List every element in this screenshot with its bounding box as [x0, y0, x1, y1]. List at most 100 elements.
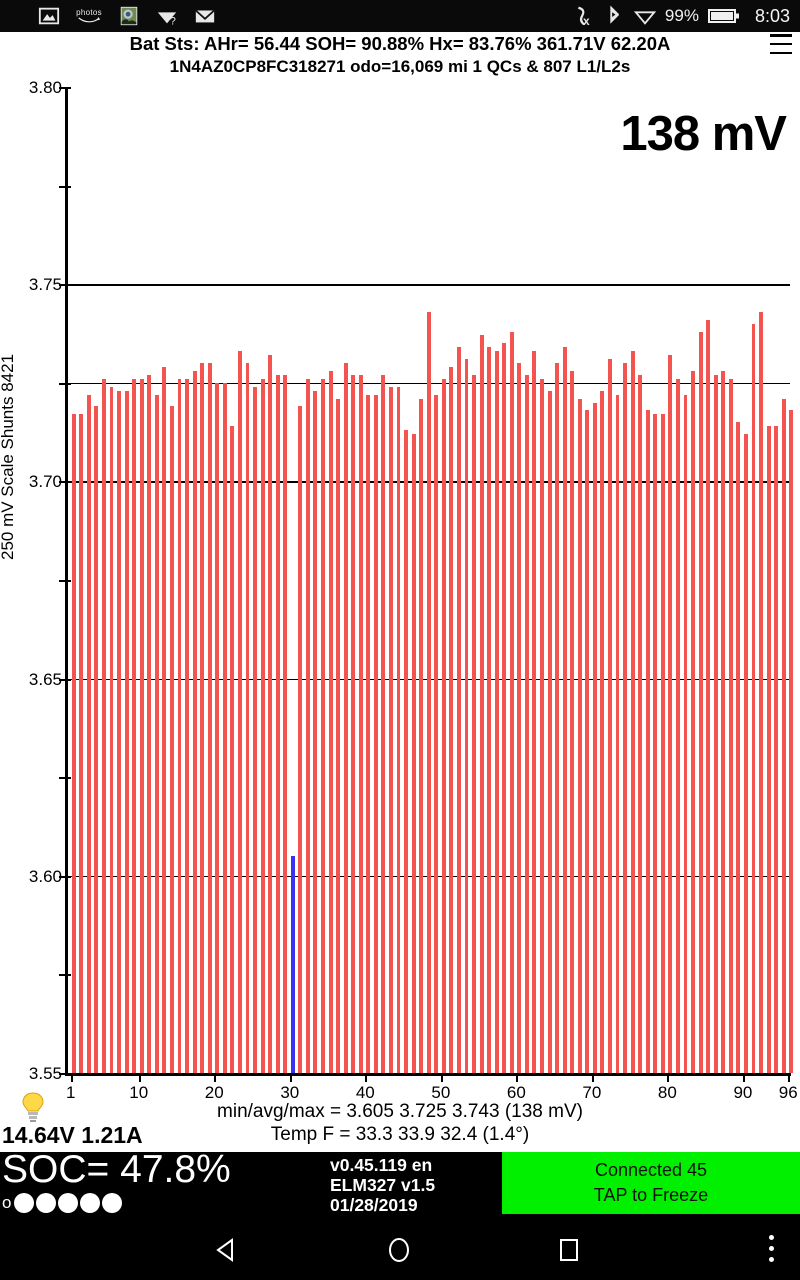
cell-bar	[698, 331, 703, 1073]
y-axis-tick-labels: 3.55 3.60 3.65 3.70 3.75 3.80	[0, 78, 62, 1092]
svg-text:?: ?	[170, 15, 176, 27]
overflow-dots-icon[interactable]	[769, 1235, 774, 1262]
mute-icon: x	[578, 6, 590, 27]
recents-square-icon[interactable]	[556, 1237, 582, 1263]
min-avg-max-readout: min/avg/max = 3.605 3.725 3.743 (138 mV)	[217, 1101, 583, 1122]
cell-bar	[570, 370, 575, 1073]
cell-bar	[154, 394, 159, 1073]
x-tick-mark	[138, 1073, 141, 1082]
x-tick-label: 10	[129, 1083, 149, 1102]
cell-bar	[411, 434, 416, 1073]
wifi-question-icon: ?	[157, 12, 177, 27]
cell-bar	[774, 426, 779, 1073]
version-line-1: v0.45.119 en	[330, 1155, 433, 1175]
cell-bar	[592, 402, 597, 1073]
battery-percent-label: 99%	[664, 6, 699, 25]
x-tick-label: 90	[733, 1083, 753, 1102]
connection-freeze-button[interactable]: Connected 45 TAP to Freeze	[502, 1152, 800, 1214]
cell-bar	[691, 370, 695, 1073]
x-tick-label: 50	[431, 1083, 451, 1102]
cell-bar	[426, 311, 431, 1073]
cell-bar	[706, 319, 711, 1073]
x-tick-mark	[365, 1073, 368, 1082]
mail-icon	[195, 9, 215, 23]
x-tick-mark	[516, 1073, 519, 1082]
x-tick-mark	[788, 1073, 791, 1082]
cell-bar	[366, 394, 371, 1073]
cell-bar	[237, 351, 242, 1073]
photos-swoosh	[78, 17, 101, 23]
y-tick-label: 3.70	[28, 472, 62, 492]
hamburger-menu-icon[interactable]	[770, 34, 792, 54]
cell-bar	[147, 374, 152, 1073]
wifi-icon	[633, 11, 656, 25]
photos-icon: photos	[76, 9, 102, 23]
cell-bar	[766, 426, 771, 1073]
cell-bar	[743, 434, 748, 1073]
x-tick-mark	[667, 1073, 670, 1082]
photos-icon-label: photos	[76, 8, 102, 17]
cell-bar	[547, 390, 552, 1073]
cell-bar	[608, 359, 612, 1073]
freeze-hint-label: TAP to Freeze	[593, 1185, 709, 1205]
back-triangle-icon[interactable]	[214, 1237, 240, 1263]
soc-dot	[58, 1193, 79, 1213]
cell-bar	[517, 363, 522, 1073]
cell-bar	[653, 414, 658, 1073]
cell-bar	[71, 414, 76, 1073]
cell-bar	[449, 367, 454, 1073]
x-tick-label: 20	[204, 1083, 224, 1102]
cell-bar	[441, 378, 446, 1073]
cell-bar	[109, 386, 114, 1073]
chart-plot-area[interactable]	[59, 87, 794, 1075]
cell-bar	[721, 370, 726, 1073]
cell-bar	[305, 378, 310, 1073]
cell-bar	[253, 386, 257, 1073]
header-line-2: 1N4AZ0CP8FC318271 odo=16,069 mi 1 QCs & …	[169, 57, 631, 76]
soc-dot	[102, 1193, 123, 1213]
cell-bar	[260, 378, 265, 1073]
cell-bar	[555, 363, 560, 1073]
version-info: v0.45.119 en ELM327 v1.5 01/28/2019	[330, 1155, 435, 1215]
cell-bar	[336, 398, 341, 1073]
cell-bar	[396, 386, 401, 1073]
battery-icon	[707, 9, 739, 23]
cell-bar	[615, 394, 620, 1073]
x-axis-line	[65, 1073, 791, 1076]
cell-bar	[736, 422, 741, 1073]
delta-voltage-readout: 138 mV	[620, 107, 787, 161]
home-circle-icon[interactable]	[386, 1237, 412, 1263]
cell-bar	[600, 390, 605, 1073]
cell-bar	[351, 374, 356, 1073]
cell-bar	[464, 359, 469, 1073]
cell-bar	[94, 406, 99, 1073]
cell-bar	[245, 363, 250, 1073]
x-tick-label: 60	[506, 1083, 526, 1102]
cell-bar	[358, 374, 363, 1073]
cell-bar	[675, 378, 680, 1073]
svg-text:x: x	[583, 14, 590, 27]
app-footer-bar: SOC= 47.8% o v0.45.119 en ELM327 v1.5 01…	[0, 1148, 800, 1218]
cell-bar	[169, 406, 174, 1073]
cell-bar	[456, 347, 461, 1073]
cell-bar	[132, 378, 137, 1073]
cell-bar	[472, 374, 476, 1073]
y-tick-label: 3.75	[28, 275, 62, 295]
cell-bar	[562, 347, 567, 1073]
connection-status-label: Connected 45	[594, 1160, 708, 1180]
y-tick-label: 3.60	[28, 866, 62, 886]
x-tick-label: 30	[280, 1083, 300, 1102]
x-tick-mark	[214, 1073, 217, 1082]
image-icon	[38, 7, 60, 25]
cell-bar	[381, 374, 386, 1073]
cell-bar	[222, 382, 227, 1073]
cell-bar	[343, 363, 348, 1073]
cell-bar	[713, 374, 718, 1073]
cell-bar	[373, 394, 378, 1073]
x-tick-label: 80	[657, 1083, 677, 1102]
cell-bar	[660, 414, 665, 1073]
cell-bar	[577, 398, 582, 1073]
soc-dots-zero-label: o	[2, 1193, 12, 1212]
app-root: photos ? x 99% 8:03 Bat Sts: AHr= 56.44 …	[0, 0, 800, 1280]
cell-bar	[751, 323, 756, 1073]
